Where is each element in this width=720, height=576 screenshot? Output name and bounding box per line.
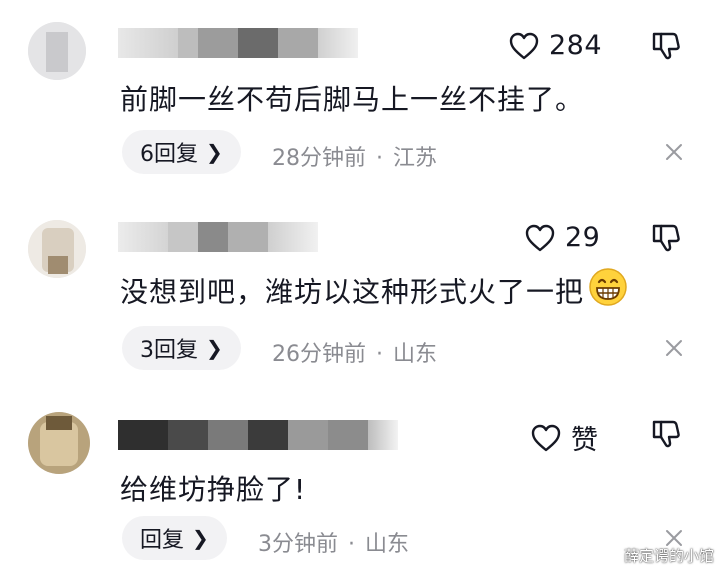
comment-time: 26分钟前 bbox=[272, 342, 366, 367]
avatar[interactable] bbox=[28, 412, 90, 474]
thumbs-down-icon bbox=[652, 420, 680, 448]
comment-meta: 26分钟前 · 山东 bbox=[272, 336, 437, 368]
replies-label: 回复 bbox=[140, 528, 185, 553]
close-icon bbox=[666, 144, 682, 160]
watermark: 薛定谔的小馆 bbox=[623, 547, 714, 565]
close-button[interactable] bbox=[664, 338, 684, 362]
dislike-button[interactable] bbox=[650, 418, 682, 454]
replies-label: 3回复 bbox=[140, 338, 198, 363]
avatar[interactable] bbox=[28, 22, 86, 80]
meta-separator: · bbox=[376, 342, 383, 367]
comment-meta: 3分钟前 · 山东 bbox=[258, 526, 409, 558]
grinning-face-emoji bbox=[588, 267, 628, 314]
chevron-right-icon: ❯ bbox=[206, 140, 223, 164]
thumbs-down-icon bbox=[652, 32, 680, 60]
username-blurred[interactable] bbox=[118, 28, 358, 58]
comment-text-row: 没想到吧，潍坊以这种形式火了一把 bbox=[120, 267, 628, 317]
comment-text: 给维坊挣脸了! bbox=[120, 473, 307, 506]
close-button[interactable] bbox=[664, 142, 684, 166]
comment-location: 山东 bbox=[365, 532, 410, 557]
chevron-right-icon: ❯ bbox=[192, 526, 209, 550]
like-count: 赞 bbox=[571, 425, 599, 456]
dislike-button[interactable] bbox=[650, 30, 682, 66]
replies-button[interactable]: 3回复 ❯ bbox=[122, 326, 241, 370]
thumbs-down-icon bbox=[652, 224, 680, 252]
comment-location: 山东 bbox=[393, 342, 438, 367]
comment-meta: 28分钟前 · 江苏 bbox=[272, 140, 437, 172]
comment-time: 28分钟前 bbox=[272, 146, 366, 171]
replies-label: 6回复 bbox=[140, 142, 198, 167]
heart-outline-icon bbox=[531, 424, 561, 451]
comment-text: 前脚一丝不苟后脚马上一丝不挂了。 bbox=[120, 83, 585, 116]
meta-separator: · bbox=[376, 146, 383, 171]
dislike-button[interactable] bbox=[650, 222, 682, 258]
replies-button[interactable]: 回复 ❯ bbox=[122, 516, 227, 560]
close-icon bbox=[666, 340, 682, 356]
like-button[interactable]: 29 bbox=[524, 222, 600, 253]
avatar[interactable] bbox=[28, 220, 86, 278]
meta-separator: · bbox=[348, 532, 355, 557]
comment-time: 3分钟前 bbox=[258, 532, 338, 557]
heart-outline-icon bbox=[525, 224, 555, 251]
comment-location: 江苏 bbox=[393, 146, 438, 171]
chevron-right-icon: ❯ bbox=[206, 336, 223, 360]
username-blurred[interactable] bbox=[118, 420, 398, 450]
heart-outline-icon bbox=[509, 32, 539, 59]
like-button[interactable]: 赞 bbox=[530, 418, 599, 457]
comment-text: 没想到吧，潍坊以这种形式火了一把 bbox=[120, 275, 585, 309]
like-count: 284 bbox=[549, 30, 603, 61]
like-button[interactable]: 284 bbox=[508, 30, 602, 61]
replies-button[interactable]: 6回复 ❯ bbox=[122, 130, 241, 174]
username-blurred[interactable] bbox=[118, 222, 318, 252]
like-count: 29 bbox=[565, 222, 601, 253]
